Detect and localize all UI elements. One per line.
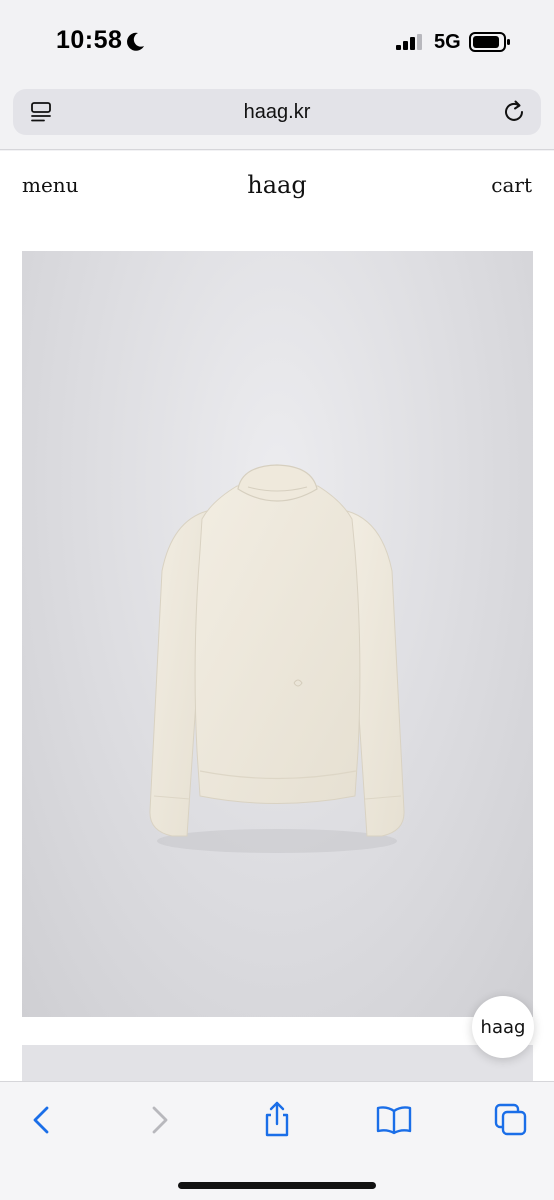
site-logo[interactable]: haag	[0, 171, 554, 199]
product-image[interactable]	[22, 251, 533, 1017]
next-product-image[interactable]	[22, 1045, 533, 1081]
web-page: menu haag cart haag	[0, 151, 554, 1081]
tabs-button[interactable]	[491, 1100, 531, 1140]
nav-cart-link[interactable]: cart	[491, 173, 532, 197]
bookmarks-icon	[376, 1106, 412, 1135]
forward-button[interactable]	[140, 1100, 180, 1140]
site-nav: menu haag cart	[0, 151, 554, 221]
tabs-icon	[494, 1103, 527, 1136]
url-text[interactable]: haag.kr	[13, 101, 541, 124]
share-icon	[265, 1101, 289, 1137]
address-area: haag.kr	[0, 84, 554, 150]
forward-icon	[152, 1106, 168, 1134]
moon-icon	[127, 32, 144, 51]
status-bar: 10:58 5G	[0, 0, 554, 84]
status-time: 10:58	[56, 26, 123, 54]
share-button[interactable]	[257, 1100, 297, 1140]
chat-button[interactable]: haag	[472, 996, 534, 1058]
screen: 10:58 5G haag.kr menu haag cart haag	[0, 0, 554, 1200]
home-indicator[interactable]	[178, 1182, 376, 1189]
sweater-image	[149, 464, 405, 853]
back-icon	[33, 1106, 49, 1134]
chat-button-label: haag	[480, 1016, 526, 1038]
address-bar[interactable]: haag.kr	[13, 89, 541, 135]
network-type: 5G	[434, 31, 461, 53]
battery-icon	[469, 32, 510, 52]
bookmarks-button[interactable]	[374, 1100, 414, 1140]
back-button[interactable]	[21, 1100, 61, 1140]
signal-icon	[396, 34, 422, 50]
browser-toolbar	[0, 1081, 554, 1200]
reload-icon[interactable]	[501, 99, 527, 125]
